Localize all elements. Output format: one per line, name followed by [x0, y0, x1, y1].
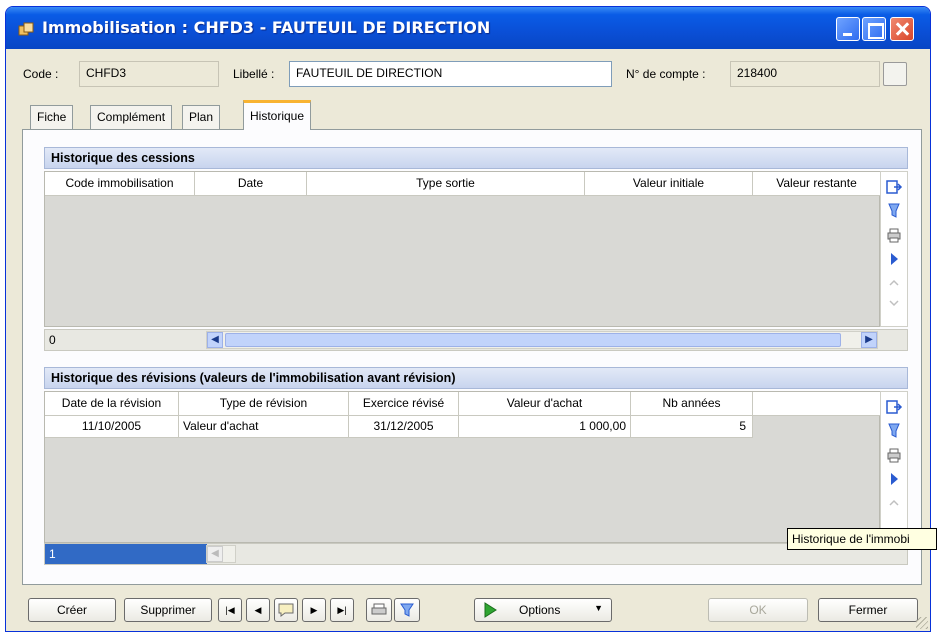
cessions-grid: Code immobilisation Date Type sortie Val… [44, 171, 881, 327]
print-icon [371, 603, 387, 615]
revisions-grid: Date de la révision Type de révision Exe… [44, 391, 881, 543]
next-record-button[interactable]: ▶ [302, 598, 326, 622]
minimize-button[interactable] [836, 17, 860, 41]
play-icon[interactable] [885, 470, 903, 488]
cell-date-revision[interactable]: 11/10/2005 [45, 416, 179, 438]
scroll-up-icon[interactable] [885, 274, 903, 292]
cell-type-revision[interactable]: Valeur d'achat [179, 416, 349, 438]
cell-valeur-achat[interactable]: 1 000,00 [459, 416, 631, 438]
tooltip: Historique de l'immobi [787, 528, 937, 550]
col-empty [753, 392, 881, 416]
scrollbar-thumb[interactable] [225, 333, 841, 347]
filter-icon [400, 603, 414, 617]
maximize-button[interactable] [862, 17, 886, 41]
comment-button[interactable] [274, 598, 298, 622]
creer-button[interactable]: Créer [28, 598, 116, 622]
previous-record-button[interactable]: ◀ [246, 598, 270, 622]
supprimer-button[interactable]: Supprimer [124, 598, 212, 622]
compte-lookup-button[interactable] [883, 62, 907, 86]
libelle-field[interactable]: FAUTEUIL DE DIRECTION [289, 61, 612, 87]
play-icon[interactable] [885, 250, 903, 268]
revisions-footer: 1 [44, 543, 908, 565]
col-date[interactable]: Date [195, 172, 307, 196]
col-type-sortie[interactable]: Type sortie [307, 172, 585, 196]
close-window-button[interactable] [890, 17, 914, 41]
col-valeur-achat[interactable]: Valeur d'achat [459, 392, 631, 416]
col-date-revision[interactable]: Date de la révision [45, 392, 179, 416]
scroll-left-icon[interactable]: ◀ [207, 546, 223, 562]
play-icon [484, 602, 497, 618]
cell-exercice-revise[interactable]: 31/12/2005 [349, 416, 459, 438]
scroll-right-icon[interactable]: ▶ [861, 332, 877, 348]
chevron-down-icon: ▼ [594, 603, 603, 613]
filter-icon[interactable] [885, 202, 903, 220]
code-field[interactable]: CHFD3 [79, 61, 219, 87]
fermer-button[interactable]: Fermer [818, 598, 918, 622]
col-type-revision[interactable]: Type de révision [179, 392, 349, 416]
compte-field[interactable]: 218400 [730, 61, 880, 87]
print-icon[interactable] [885, 446, 903, 464]
revisions-count: 1 [49, 547, 56, 561]
comment-icon [278, 603, 294, 617]
print-button[interactable] [366, 598, 392, 622]
export-icon[interactable] [885, 178, 903, 196]
cell-nb-annees[interactable]: 5 [631, 416, 753, 438]
revisions-hscrollbar[interactable]: ◀ [206, 545, 236, 563]
cessions-hscrollbar[interactable]: ◀ ▶ [206, 331, 878, 349]
export-icon[interactable] [885, 398, 903, 416]
filter-button[interactable] [394, 598, 420, 622]
resize-grip[interactable] [916, 617, 928, 629]
tab-complement[interactable]: Complément [90, 105, 173, 129]
scroll-up-icon[interactable] [885, 494, 903, 512]
window-title: Immobilisation : CHFD3 - FAUTEUIL DE DIR… [42, 18, 491, 37]
revisions-header: Historique des révisions (valeurs de l'i… [44, 367, 908, 389]
libelle-label: Libellé : [233, 67, 275, 81]
col-nb-annees[interactable]: Nb années [631, 392, 753, 416]
code-label: Code : [23, 67, 59, 81]
revisions-toolbar [880, 391, 908, 543]
last-record-button[interactable]: ▶| [330, 598, 354, 622]
scroll-left-icon[interactable]: ◀ [207, 332, 223, 348]
asset-icon [18, 22, 34, 36]
col-code-immobilisation[interactable]: Code immobilisation [45, 172, 195, 196]
col-valeur-initiale[interactable]: Valeur initiale [585, 172, 753, 196]
options-label: Options [519, 603, 561, 617]
first-record-button[interactable]: |◀ [218, 598, 242, 622]
cessions-header: Historique des cessions [44, 147, 908, 169]
cessions-toolbar [880, 171, 908, 327]
selected-count-cell [45, 544, 207, 564]
filter-icon[interactable] [885, 422, 903, 440]
title-bar[interactable]: Immobilisation : CHFD3 - FAUTEUIL DE DIR… [6, 7, 930, 49]
ok-button[interactable]: OK [708, 598, 808, 622]
options-button[interactable]: Options ▼ [474, 598, 612, 622]
tab-plan[interactable]: Plan [182, 105, 221, 129]
col-exercice-revise[interactable]: Exercice révisé [349, 392, 459, 416]
cessions-count: 0 [49, 333, 56, 347]
scroll-down-icon[interactable] [885, 294, 903, 312]
compte-label: N° de compte : [626, 67, 706, 81]
col-valeur-restante[interactable]: Valeur restante [753, 172, 881, 196]
print-icon[interactable] [885, 226, 903, 244]
tab-fiche[interactable]: Fiche [30, 105, 74, 129]
tab-historique[interactable]: Historique [243, 100, 312, 130]
